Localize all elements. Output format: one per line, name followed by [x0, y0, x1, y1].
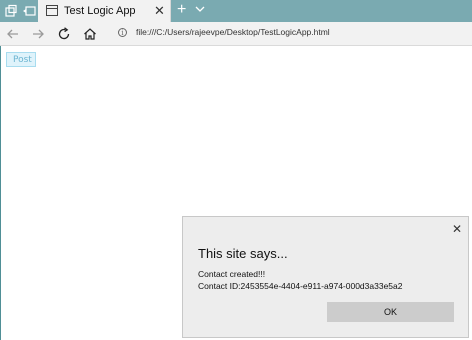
dialog-message-line1: Contact created!!! — [198, 269, 266, 279]
page-icon — [46, 5, 58, 16]
close-icon[interactable]: ✕ — [154, 3, 165, 19]
tab-actions-icon[interactable] — [4, 4, 18, 18]
info-icon[interactable]: i — [118, 28, 127, 37]
alert-dialog: ✕ This site says... Contact created!!! C… — [182, 216, 469, 338]
window-edge — [0, 46, 1, 340]
url-text[interactable]: file:///C:/Users/rajeevpe/Desktop/TestLo… — [136, 27, 330, 37]
ok-button[interactable]: OK — [327, 302, 454, 322]
dialog-title: This site says... — [198, 246, 288, 261]
address-bar[interactable]: i file:///C:/Users/rajeevpe/Desktop/Test… — [112, 26, 468, 41]
close-icon[interactable]: ✕ — [452, 222, 462, 236]
forward-arrow-icon[interactable] — [30, 26, 46, 42]
new-tab-icon[interactable]: + — [177, 1, 186, 19]
home-icon[interactable] — [82, 26, 98, 42]
tab-title: Test Logic App — [64, 5, 136, 17]
tab-test-logic-app[interactable]: Test Logic App ✕ — [38, 0, 171, 22]
dialog-message-line2: Contact ID:2453554e-4404-e911-a974-000d3… — [198, 281, 403, 291]
navigation-bar: i file:///C:/Users/rajeevpe/Desktop/Test… — [0, 22, 472, 46]
chevron-down-icon[interactable] — [195, 4, 205, 14]
title-bar: Test Logic App ✕ + — [0, 0, 472, 22]
refresh-icon[interactable] — [56, 26, 72, 42]
post-button[interactable]: Post — [6, 52, 36, 67]
set-aside-tabs-icon[interactable] — [22, 4, 36, 18]
back-arrow-icon[interactable] — [5, 26, 21, 42]
